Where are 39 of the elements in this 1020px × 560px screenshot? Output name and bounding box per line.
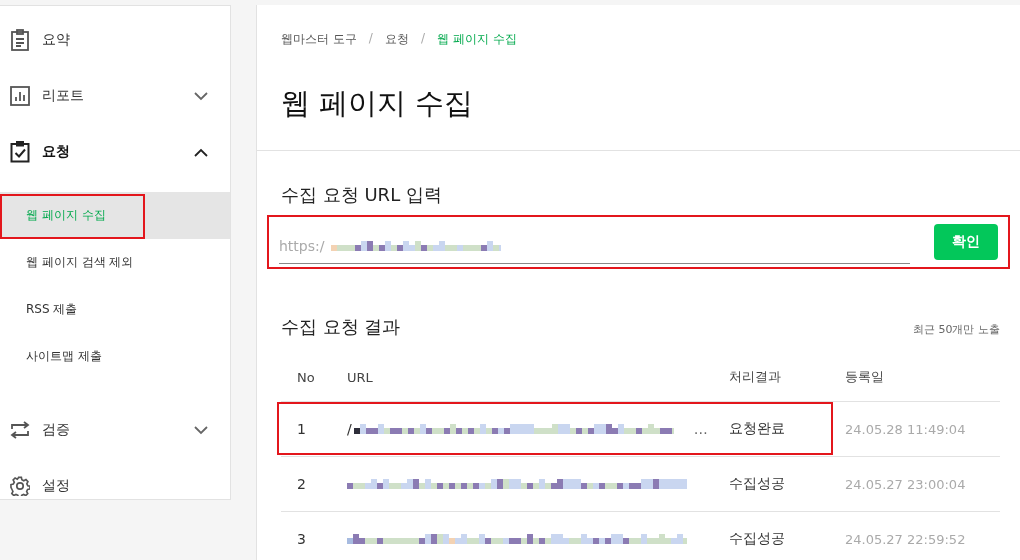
breadcrumb-link[interactable]: 요청	[384, 31, 409, 48]
ellipsis-text: …	[693, 421, 708, 437]
table-cell: 24.05.28 11:49:04	[829, 402, 1000, 457]
sidebar-item[interactable]: 설정	[0, 458, 230, 514]
breadcrumb-link[interactable]: 웹마스터 도구	[281, 31, 357, 48]
sidebar-item[interactable]: 요약	[0, 12, 230, 68]
column-header: 처리결과	[713, 353, 829, 402]
checklist-icon	[10, 141, 30, 163]
sidebar-subitem[interactable]: RSS 제출	[0, 286, 230, 333]
sidebar-subitem[interactable]: 사이트맵 제출	[0, 333, 230, 380]
column-header: URL	[331, 353, 713, 402]
sidebar-item[interactable]: 검증	[0, 402, 230, 458]
url-text: /	[347, 421, 352, 437]
section-title: 수집 요청 URL 입력	[281, 183, 443, 207]
table-cell: 수집성공	[713, 512, 829, 560]
breadcrumb-separator: /	[420, 31, 425, 47]
clipboard-icon	[10, 29, 30, 51]
swap-arrows-icon	[10, 421, 30, 439]
table-cell: 3	[281, 512, 331, 560]
column-header: 등록일	[829, 353, 1000, 402]
chevron-down-icon[interactable]	[194, 425, 208, 435]
results-note: 최근 50개만 노출	[913, 322, 1000, 337]
sidebar-item[interactable]: 리포트	[0, 68, 230, 124]
table-cell: 1	[281, 402, 331, 457]
chevron-down-icon[interactable]	[194, 91, 208, 101]
table-cell: 24.05.27 22:59:52	[829, 512, 1000, 560]
sidebar-item[interactable]: 요청	[0, 124, 230, 180]
sidebar-subitem[interactable]: 웹 페이지 검색 제외	[0, 239, 230, 286]
table-cell: 2	[281, 457, 331, 512]
chevron-up-icon[interactable]	[194, 147, 208, 157]
settings-icon	[10, 476, 30, 496]
column-header: No	[281, 353, 331, 402]
bar-chart-icon	[10, 86, 30, 106]
table-cell: 요청완료	[713, 402, 829, 457]
table-cell: 수집성공	[713, 457, 829, 512]
table-cell: 24.05.27 23:00:04	[829, 457, 1000, 512]
breadcrumb-separator: /	[368, 31, 373, 47]
section-title: 수집 요청 결과	[281, 315, 401, 339]
page-title: 웹 페이지 수집	[281, 85, 475, 122]
